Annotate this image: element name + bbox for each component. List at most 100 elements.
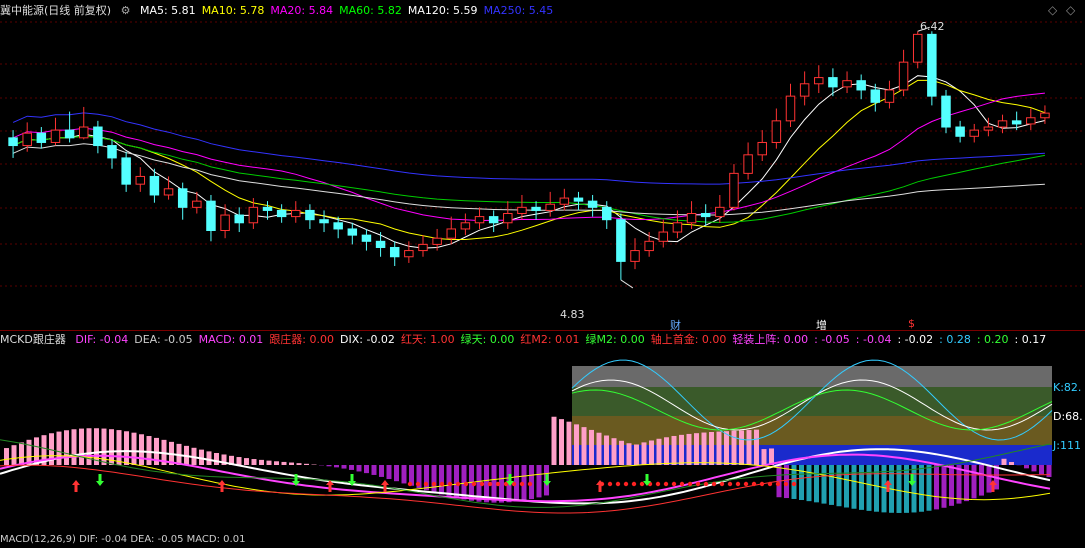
indicator-bar xyxy=(447,465,452,496)
signal-dot xyxy=(704,482,708,486)
kdj-k-label: K:82. xyxy=(1053,381,1081,394)
kdj-band-upper xyxy=(572,387,1052,416)
indicator-bar xyxy=(567,422,572,465)
indicator-bar xyxy=(739,430,744,465)
indicator-bar xyxy=(94,428,99,465)
indicator-bar xyxy=(259,460,264,465)
indicator-bar xyxy=(19,442,24,465)
indicator-bar xyxy=(72,429,77,465)
indicator-bar xyxy=(807,465,812,501)
indicator-bar xyxy=(64,430,69,465)
signal-dot xyxy=(752,482,756,486)
indicator-bar xyxy=(1047,465,1052,477)
signal-dot xyxy=(688,482,692,486)
kdj-band-top xyxy=(572,366,1052,387)
indicator-bar xyxy=(12,445,17,465)
signal-dot xyxy=(464,482,468,486)
indicator-bar xyxy=(207,451,212,465)
signal-dot xyxy=(776,482,780,486)
indicator-bar xyxy=(612,438,617,465)
indicator-bar xyxy=(139,434,144,465)
indicator-bar xyxy=(237,457,242,465)
indicator-bar xyxy=(432,465,437,492)
signal-arrow-up xyxy=(72,480,80,492)
indicator-bar xyxy=(282,462,287,465)
signal-dot xyxy=(736,482,740,486)
indicator-bar xyxy=(297,463,302,465)
indicator-bar xyxy=(844,465,849,508)
signal-dot xyxy=(432,482,436,486)
indicator-bar xyxy=(859,465,864,510)
indicator-bar xyxy=(289,463,294,465)
kdj-d-label: D:68. xyxy=(1053,410,1083,423)
indicator-bar xyxy=(717,432,722,465)
indicator-bar xyxy=(634,444,639,465)
indicator-bar xyxy=(342,465,347,469)
signal-dot xyxy=(640,482,644,486)
indicator-bar xyxy=(454,465,459,498)
kdj-band-mid xyxy=(572,416,1052,445)
signal-dot xyxy=(496,482,500,486)
indicator-bar xyxy=(364,465,369,473)
indicator-bar xyxy=(829,465,834,505)
indicator-bar xyxy=(1024,465,1029,468)
indicator-bar xyxy=(537,465,542,497)
signal-dot xyxy=(608,482,612,486)
indicator-bar xyxy=(402,465,407,483)
indicator-chart[interactable] xyxy=(0,0,1085,540)
signal-dot xyxy=(416,482,420,486)
signal-dot xyxy=(624,482,628,486)
signal-dot xyxy=(488,482,492,486)
signal-dot xyxy=(448,482,452,486)
indicator-bar xyxy=(372,465,377,475)
indicator-bar xyxy=(672,436,677,465)
indicator-bar xyxy=(957,465,962,504)
indicator-bar xyxy=(1002,459,1007,465)
indicator-bar xyxy=(724,431,729,465)
indicator-bar xyxy=(942,465,947,508)
indicator-bar xyxy=(799,465,804,500)
indicator-bar xyxy=(897,465,902,513)
indicator-bar xyxy=(904,465,909,513)
signal-dot xyxy=(784,482,788,486)
indicator-bar xyxy=(357,465,362,471)
indicator-bar xyxy=(1009,462,1014,465)
indicator-bar xyxy=(949,465,954,506)
indicator-bar xyxy=(379,465,384,477)
signal-arrow-up xyxy=(381,480,389,492)
indicator-bar xyxy=(1032,465,1037,471)
signal-arrow-down xyxy=(96,474,104,486)
signal-dot xyxy=(672,482,676,486)
indicator-bar xyxy=(597,433,602,465)
indicator-bar xyxy=(837,465,842,506)
kdj-j-label: J:111 xyxy=(1053,439,1081,452)
indicator-bar xyxy=(687,434,692,465)
indicator-bar xyxy=(987,465,992,493)
signal-dot xyxy=(664,482,668,486)
indicator-bar xyxy=(814,465,819,502)
indicator-bar xyxy=(387,465,392,479)
signal-dot xyxy=(424,482,428,486)
indicator-bar xyxy=(642,442,647,465)
indicator-bar xyxy=(619,441,624,465)
indicator-bar xyxy=(574,424,579,465)
indicator-bar xyxy=(754,430,759,465)
indicator-bar xyxy=(252,459,257,465)
indicator-bar xyxy=(649,440,654,465)
indicator-bar xyxy=(927,465,932,511)
indicator-bar xyxy=(327,465,332,466)
signal-dot xyxy=(760,482,764,486)
signal-dot xyxy=(528,482,532,486)
indicator-bar xyxy=(124,431,129,465)
indicator-bar xyxy=(762,449,767,465)
signal-dot xyxy=(712,482,716,486)
indicator-bar xyxy=(394,465,399,481)
indicator-bar xyxy=(349,465,354,470)
indicator-bar xyxy=(57,432,62,465)
indicator-bar xyxy=(1039,465,1044,474)
indicator-bar xyxy=(694,433,699,465)
signal-dot xyxy=(408,482,412,486)
indicator-bar xyxy=(979,465,984,496)
indicator-bar xyxy=(304,464,309,465)
macd-footer-header: MACD(12,26,9) DIF: -0.04 DEA: -0.05 MACD… xyxy=(0,532,245,548)
